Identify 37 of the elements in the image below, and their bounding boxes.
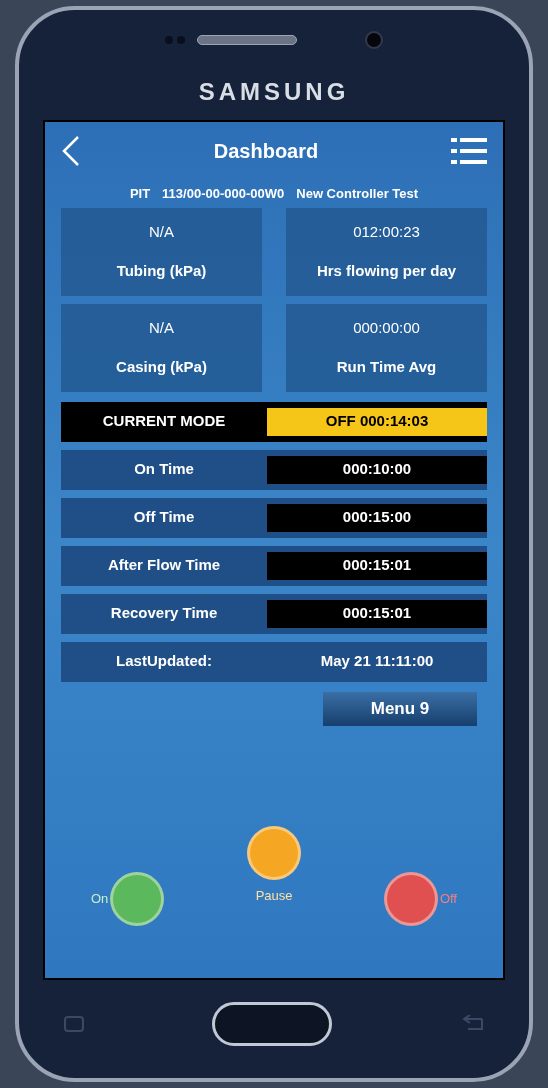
stat-label: Casing (kPa) (116, 356, 207, 377)
control-label: On (91, 889, 109, 908)
control-label: Off (439, 889, 457, 908)
back-icon[interactable] (61, 135, 81, 167)
stat-value: N/A (149, 222, 174, 242)
stat-value: N/A (149, 318, 174, 338)
row-value: 000:15:01 (267, 551, 487, 580)
stat-value: 012:00:23 (353, 222, 420, 242)
screen-title: Dashboard (213, 139, 319, 164)
speaker-grille-icon (197, 35, 297, 45)
home-button[interactable] (212, 1002, 332, 1046)
site-code: PIT (129, 185, 151, 203)
row-value: 000:10:00 (267, 455, 487, 484)
sensor-dots-icon (165, 36, 185, 44)
stat-value: 000:00:00 (353, 318, 420, 338)
menu-button[interactable]: Menu 9 (323, 691, 477, 726)
recent-apps-icon[interactable] (64, 1016, 84, 1032)
row-label: CURRENT MODE (101, 411, 227, 432)
row-label: LastUpdated: (115, 651, 213, 672)
camera-icon (365, 31, 383, 49)
row-label: Off Time (132, 507, 196, 528)
row-value: May 21 11:11:00 (319, 651, 435, 672)
row-value: OFF 000:14:03 (267, 407, 487, 436)
row-value: 000:15:00 (267, 503, 487, 532)
row-label: On Time (133, 459, 195, 480)
menu-icon[interactable] (451, 137, 487, 165)
brand-logo: SAMSUNG (198, 77, 350, 107)
stat-label: Tubing (kPa) (116, 260, 207, 281)
stat-label: Run Time Avg (336, 356, 437, 377)
well-location: 113/00-00-000-00W0 (162, 185, 285, 203)
controller-name: New Controller Test (296, 185, 419, 203)
back-arrow-icon[interactable] (460, 1015, 484, 1033)
stat-label: Hrs flowing per day (316, 260, 457, 281)
control-label: Pause (255, 886, 293, 905)
row-value: 000:15:01 (267, 599, 487, 628)
row-label: After Flow Time (106, 555, 222, 576)
row-label: Recovery Time (109, 603, 219, 624)
